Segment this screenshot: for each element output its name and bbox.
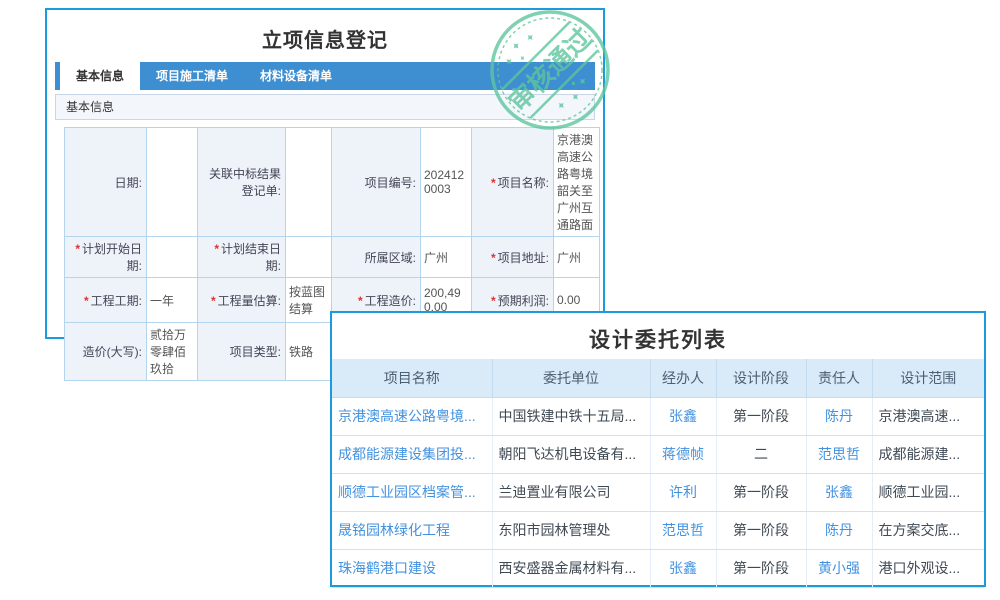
section-header-basic-info: 基本信息 bbox=[55, 94, 595, 120]
scope-cell: 成都能源建... bbox=[872, 435, 984, 473]
table-row: 晟铭园林绿化工程 东阳市园林管理处 范思哲 第一阶段 陈丹 在方案交底... bbox=[332, 511, 984, 549]
project-link[interactable]: 京港澳高速公路粤境... bbox=[338, 408, 476, 424]
table-row: 京港澳高速公路粤境... 中国铁建中铁十五局... 张鑫 第一阶段 陈丹 京港澳… bbox=[332, 397, 984, 435]
project-link[interactable]: 成都能源建设集团投... bbox=[338, 446, 476, 462]
col-design-phase: 设计阶段 bbox=[716, 359, 806, 397]
date-field[interactable] bbox=[147, 128, 198, 237]
duration-field[interactable]: 一年 bbox=[147, 278, 198, 323]
col-handler: 经办人 bbox=[650, 359, 716, 397]
design-commission-table: 项目名称 委托单位 经办人 设计阶段 责任人 设计范围 京港澳高速公路粤境...… bbox=[332, 359, 984, 588]
table-row: 成都能源建设集团投... 朝阳飞达机电设备有... 蒋德帧 二 范思哲 成都能源… bbox=[332, 435, 984, 473]
phase-cell: 第一阶段 bbox=[716, 397, 806, 435]
required-marker: * bbox=[75, 242, 80, 256]
client-cell: 西安盛器金属材料有... bbox=[492, 549, 650, 587]
scope-cell: 京港澳高速... bbox=[872, 397, 984, 435]
quantity-estimate-field[interactable]: 按蓝图结算 bbox=[286, 278, 332, 323]
plan-start-field[interactable] bbox=[147, 237, 198, 278]
col-client-unit: 委托单位 bbox=[492, 359, 650, 397]
client-cell: 朝阳飞达机电设备有... bbox=[492, 435, 650, 473]
client-cell: 兰迪置业有限公司 bbox=[492, 473, 650, 511]
scope-cell: 在方案交底... bbox=[872, 511, 984, 549]
project-link[interactable]: 晟铭园林绿化工程 bbox=[338, 522, 450, 538]
cost-capitalized-field[interactable]: 贰拾万零肆佰玖拾 bbox=[147, 323, 198, 381]
phase-cell: 第一阶段 bbox=[716, 473, 806, 511]
required-marker: * bbox=[84, 294, 89, 308]
handler-link[interactable]: 张鑫 bbox=[669, 560, 697, 576]
duration-label: *工程工期: bbox=[65, 278, 147, 323]
plan-start-label: *计划开始日期: bbox=[65, 237, 147, 278]
registration-title: 立项信息登记 bbox=[47, 24, 603, 53]
required-marker: * bbox=[491, 294, 496, 308]
plan-end-field[interactable] bbox=[286, 237, 332, 278]
col-project-name: 项目名称 bbox=[332, 359, 492, 397]
handler-link[interactable]: 范思哲 bbox=[662, 522, 704, 538]
required-marker: * bbox=[211, 294, 216, 308]
project-link[interactable]: 顺德工业园区档案管... bbox=[338, 484, 476, 500]
col-design-scope: 设计范围 bbox=[872, 359, 984, 397]
required-marker: * bbox=[358, 294, 363, 308]
handler-link[interactable]: 蒋德帧 bbox=[662, 446, 704, 462]
form-row: *日期: *关联中标结果登记单: *项目编号: 2024120003 *项目名称… bbox=[65, 128, 600, 237]
design-commission-panel: 设计委托列表 项目名称 委托单位 经办人 设计阶段 责任人 设计范围 京港澳高速… bbox=[330, 311, 986, 587]
registration-tabbar: 基本信息 项目施工清单 材料设备清单 bbox=[55, 62, 595, 90]
project-type-label: *项目类型: bbox=[198, 323, 286, 381]
table-row: 顺德工业园区档案管... 兰迪置业有限公司 许利 第一阶段 张鑫 顺德工业园..… bbox=[332, 473, 984, 511]
client-cell: 中国铁建中铁十五局... bbox=[492, 397, 650, 435]
table-row: 珠海鹤港口建设 西安盛器金属材料有... 张鑫 第一阶段 黄小强 港口外观设..… bbox=[332, 549, 984, 587]
table-header-row: 项目名称 委托单位 经办人 设计阶段 责任人 设计范围 bbox=[332, 359, 984, 397]
project-number-label: *项目编号: bbox=[332, 128, 421, 237]
client-cell: 东阳市园林管理处 bbox=[492, 511, 650, 549]
col-responsible: 责任人 bbox=[806, 359, 872, 397]
handler-link[interactable]: 许利 bbox=[669, 484, 697, 500]
plan-end-label: *计划结束日期: bbox=[198, 237, 286, 278]
owner-link[interactable]: 陈丹 bbox=[825, 408, 853, 424]
project-address-label: *项目地址: bbox=[472, 237, 554, 278]
required-marker: * bbox=[491, 251, 496, 265]
scope-cell: 顺德工业园... bbox=[872, 473, 984, 511]
project-number-field[interactable]: 2024120003 bbox=[421, 128, 472, 237]
bid-result-label: *关联中标结果登记单: bbox=[198, 128, 286, 237]
project-address-field[interactable]: 广州 bbox=[554, 237, 600, 278]
project-name-field[interactable]: 京港澳高速公路粤境韶关至广州互通路面 bbox=[554, 128, 600, 237]
screen: 立项信息登记 基本信息 项目施工清单 材料设备清单 基本信息 *日期: *关联中… bbox=[0, 0, 1000, 600]
form-row: *计划开始日期: *计划结束日期: *所属区域: 广州 *项目地址: 广州 bbox=[65, 237, 600, 278]
tab-materials-equipment-list[interactable]: 材料设备清单 bbox=[244, 62, 348, 90]
quantity-estimate-label: *工程量估算: bbox=[198, 278, 286, 323]
project-link[interactable]: 珠海鹤港口建设 bbox=[338, 560, 436, 576]
phase-cell: 第一阶段 bbox=[716, 511, 806, 549]
owner-link[interactable]: 黄小强 bbox=[818, 560, 860, 576]
owner-link[interactable]: 陈丹 bbox=[825, 522, 853, 538]
owner-link[interactable]: 范思哲 bbox=[818, 446, 860, 462]
project-name-label: *项目名称: bbox=[472, 128, 554, 237]
scope-cell: 港口外观设... bbox=[872, 549, 984, 587]
registration-panel: 立项信息登记 基本信息 项目施工清单 材料设备清单 基本信息 *日期: *关联中… bbox=[45, 8, 605, 339]
phase-cell: 二 bbox=[716, 435, 806, 473]
required-marker: * bbox=[214, 242, 219, 256]
region-field[interactable]: 广州 bbox=[421, 237, 472, 278]
tab-construction-list[interactable]: 项目施工清单 bbox=[140, 62, 244, 90]
cost-capitalized-label: *造价(大写): bbox=[65, 323, 147, 381]
owner-link[interactable]: 张鑫 bbox=[825, 484, 853, 500]
handler-link[interactable]: 张鑫 bbox=[669, 408, 697, 424]
phase-cell: 第一阶段 bbox=[716, 549, 806, 587]
design-list-title: 设计委托列表 bbox=[332, 324, 984, 354]
date-label: *日期: bbox=[65, 128, 147, 237]
region-label: *所属区域: bbox=[332, 237, 421, 278]
project-type-field[interactable]: 铁路 bbox=[286, 323, 332, 381]
tab-basic-info[interactable]: 基本信息 bbox=[60, 62, 140, 90]
required-marker: * bbox=[491, 176, 496, 190]
bid-result-field[interactable] bbox=[286, 128, 332, 237]
